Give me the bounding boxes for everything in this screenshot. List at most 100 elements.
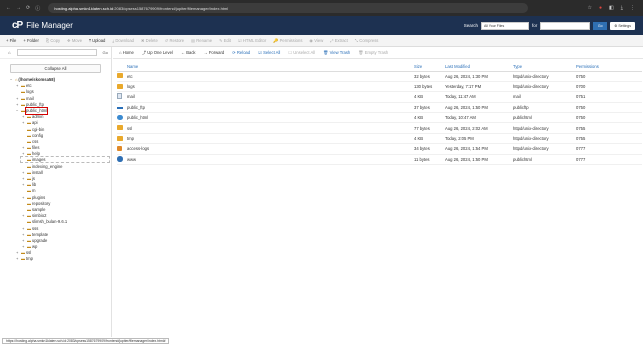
- file-modified: Today, 2:05 PM: [445, 133, 513, 145]
- home-icon[interactable]: ⌂: [8, 50, 11, 55]
- expand-icon[interactable]: +: [22, 213, 26, 219]
- expand-icon[interactable]: +: [16, 83, 20, 89]
- browser-extensions: ☆ ● ◧ ⤓ ⋮: [588, 5, 643, 11]
- address-bar[interactable]: hosting.alpha.smkn1klaten.sch.id:2083/cp…: [48, 3, 529, 13]
- table-row[interactable]: mail 4 KB Today, 11:47 AM mail 0751: [117, 91, 642, 103]
- type-column-header[interactable]: Type: [513, 62, 576, 72]
- file-name: etc: [127, 71, 414, 82]
- expand-icon[interactable]: +: [22, 120, 26, 126]
- toolbar-file-button[interactable]: + File: [6, 38, 16, 43]
- table-row[interactable]: tmp 4 KB Today, 2:05 PM httpd/unix-director…: [117, 133, 642, 145]
- file-permissions: 0750: [576, 102, 642, 114]
- toolbar-download-button[interactable]: ⤓ Download: [112, 38, 134, 43]
- table-row[interactable]: logs 130 bytes Yesterday, 7:17 PM httpd/uni…: [117, 81, 642, 93]
- permissions-column-header[interactable]: Permissions: [576, 62, 642, 72]
- collapse-icon[interactable]: −: [10, 77, 14, 83]
- select-all-button[interactable]: ☑ Select All: [258, 50, 280, 55]
- up-one-level-button[interactable]: ⤴ Up One Level: [142, 50, 173, 56]
- toolbar-restore-button[interactable]: ↺ Restore: [165, 38, 184, 43]
- file-type: mail: [513, 91, 576, 103]
- toolbar-html-editor-button[interactable]: ☑ HTML Editor: [238, 38, 266, 43]
- back-icon[interactable]: ←: [6, 5, 11, 12]
- extensions-puzzle-icon[interactable]: ◧: [609, 5, 614, 11]
- toolbar-delete-button[interactable]: ✖ Delete: [141, 38, 158, 43]
- tool-icon: [117, 143, 127, 155]
- settings-button[interactable]: ⚙ Settings: [610, 21, 635, 30]
- cpanel-logo[interactable]: cP File Manager: [0, 20, 73, 31]
- view-trash-button[interactable]: 🗑 View Trash: [323, 50, 350, 56]
- toolbar-upload-button[interactable]: ⤒ Upload: [89, 38, 105, 43]
- tree-node-tmp[interactable]: + ▬ tmp: [0, 256, 112, 262]
- toolbar-copy-button[interactable]: ⎘ Copy: [46, 38, 60, 43]
- expand-icon[interactable]: +: [22, 195, 26, 201]
- toolbar-permissions-button[interactable]: 🔑 Permissions: [273, 38, 302, 44]
- file-name: mail: [127, 91, 414, 103]
- link-icon: [117, 102, 127, 114]
- file-name: access-logs: [127, 143, 414, 155]
- table-row[interactable]: etc 32 bytes Aug 26, 2024, 1:30 PM httpd/un…: [117, 71, 642, 82]
- reload-button[interactable]: ⟳ Reload: [232, 50, 250, 55]
- download-icon[interactable]: ⤓: [621, 5, 623, 11]
- url-path: :2083/cpsess1587679909/frontend/jupiter/…: [113, 5, 229, 11]
- site-info-icon[interactable]: ⓘ: [35, 5, 40, 12]
- link-icon: [117, 106, 123, 109]
- app-title: File Manager: [26, 21, 73, 30]
- globe2-icon: [117, 154, 127, 166]
- file-name: tmp: [127, 133, 414, 145]
- doc-icon: [117, 91, 127, 103]
- path-go-button[interactable]: Go: [103, 50, 108, 55]
- size-column-header[interactable]: Size: [414, 62, 445, 72]
- path-input[interactable]: [16, 49, 97, 56]
- empty-trash-button[interactable]: 🗑 Empty Trash: [358, 50, 388, 56]
- file-permissions: 0700: [576, 81, 642, 93]
- reload-icon[interactable]: ⟳: [26, 5, 30, 12]
- file-size: 11 bytes: [414, 154, 445, 166]
- folder-icon: [117, 71, 127, 82]
- table-row[interactable]: www 11 bytes Aug 26, 2024, 1:50 PM publicht…: [117, 154, 642, 166]
- file-modified: Aug 26, 2024, 2:02 AM: [445, 122, 513, 134]
- collapse-icon[interactable]: −: [16, 108, 20, 114]
- unselect-all-button[interactable]: ☐ Unselect All: [288, 50, 315, 55]
- status-bar: https://hosting.alpha.smkn1klaten.sch.id…: [0, 337, 643, 350]
- toolbar-extract-button[interactable]: ⤢ Extract: [330, 38, 348, 43]
- name-column-header[interactable]: Name: [127, 62, 414, 72]
- file-modified: Aug 26, 2024, 1:50 PM: [445, 154, 513, 166]
- file-modified: Aug 26, 2024, 1:50 PM: [445, 102, 513, 114]
- expand-icon[interactable]: +: [16, 256, 20, 262]
- file-type: publicftp: [513, 102, 576, 114]
- search-go-button[interactable]: Go: [593, 21, 608, 30]
- table-row[interactable]: public_html 4 KB Today, 10:47 AM publichtml…: [117, 112, 642, 124]
- folder-icon: [117, 122, 127, 134]
- table-row[interactable]: access-logs 34 bytes Aug 26, 2024, 1:54 PM…: [117, 143, 642, 155]
- table-row[interactable]: public_ftp 37 bytes Aug 26, 2024, 1:50 PM p…: [117, 102, 642, 114]
- forward-button[interactable]: → Forward: [204, 50, 225, 55]
- modified-column-header[interactable]: Last Modified: [445, 62, 513, 72]
- file-size: 32 bytes: [414, 71, 445, 82]
- bookmark-icon[interactable]: ☆: [588, 5, 592, 11]
- file-permissions: 0750: [576, 71, 642, 82]
- extension-icon[interactable]: ●: [599, 5, 602, 11]
- toolbar-view-button[interactable]: ◉ View: [309, 38, 323, 43]
- toolbar-edit-button[interactable]: ✎ Edit: [219, 38, 231, 43]
- file-toolbar: + File + Folder ⎘ Copy ✥ Move ⤒ Upload ⤓ Down…: [0, 35, 643, 47]
- browser-nav: ← → ⟳ ⓘ: [0, 5, 40, 12]
- toolbar-folder-button[interactable]: + Folder: [23, 38, 38, 43]
- table-row[interactable]: ssl 77 bytes Aug 26, 2024, 2:02 AM httpd/un…: [117, 122, 642, 134]
- file-name: www: [127, 154, 414, 166]
- toolbar-move-button[interactable]: ✥ Move: [67, 38, 82, 43]
- toolbar-rename-button[interactable]: ▤ Rename: [191, 38, 212, 43]
- collapse-all-button[interactable]: Collapse All: [10, 64, 101, 73]
- file-permissions: 0755: [576, 133, 642, 145]
- folder-icon: [117, 125, 123, 131]
- file-name: public_html: [127, 112, 414, 124]
- toolbar-compress-button[interactable]: ⤡ Compress: [355, 38, 379, 43]
- expand-icon[interactable]: +: [22, 182, 26, 188]
- file-size: 4 KB: [414, 91, 445, 103]
- forward-icon[interactable]: →: [16, 5, 21, 12]
- table-header-row: Name Size Last Modified Type Permissions: [117, 62, 642, 72]
- home-button[interactable]: ⌂ Home: [119, 50, 134, 55]
- back-button[interactable]: ← Back: [181, 50, 196, 55]
- search-scope-select[interactable]: All Your Files: [480, 21, 529, 30]
- search-input[interactable]: [540, 21, 591, 30]
- browser-menu-icon[interactable]: ⋮: [630, 5, 635, 11]
